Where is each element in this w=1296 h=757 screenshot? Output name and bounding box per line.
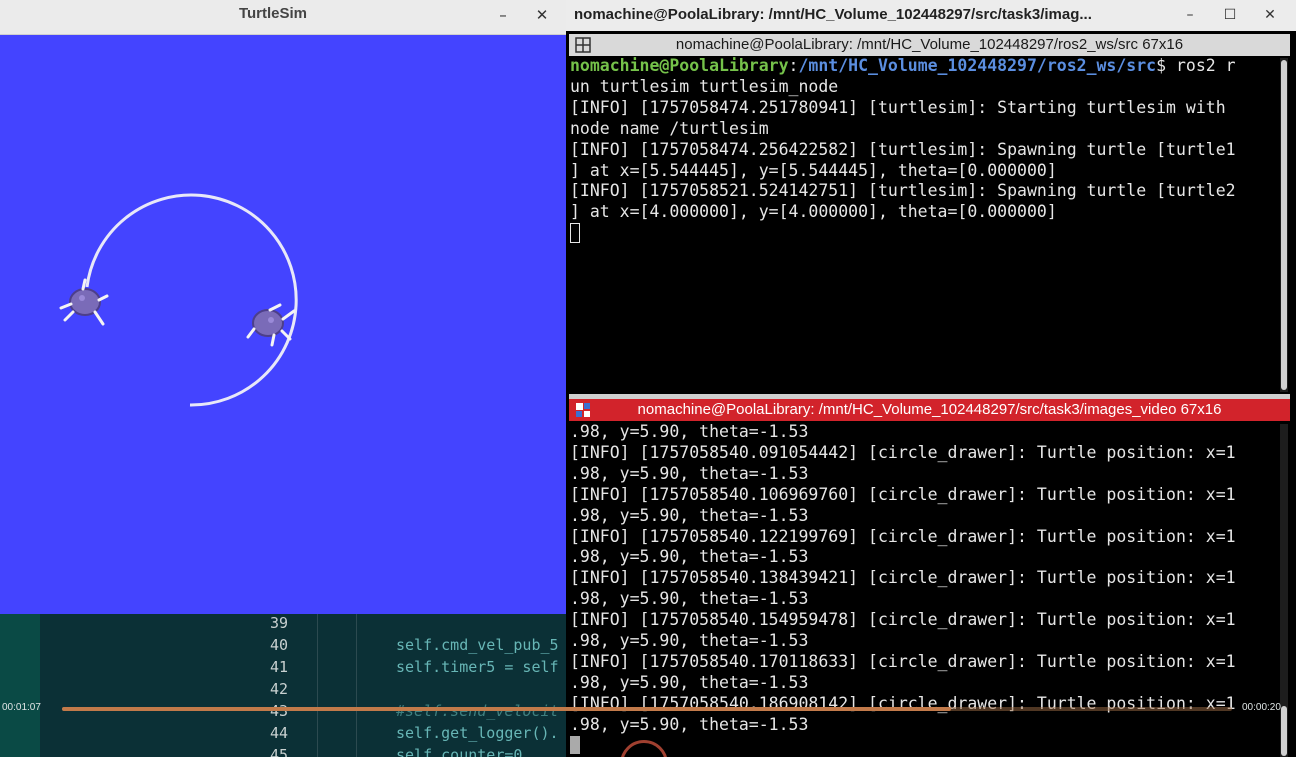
close-button[interactable]: ✕	[529, 2, 555, 28]
line-number: 45	[269, 746, 288, 757]
code-text: self.timer5 = self	[396, 658, 559, 676]
terminal-line: .98, y=5.90, theta=-1.53	[570, 463, 809, 483]
video-progress-fill	[62, 707, 952, 711]
terminal-line: node name /turtlesim	[570, 118, 769, 138]
turtlesim-window: TurtleSim – ✕	[0, 0, 566, 614]
terminal-window: nomachine@PoolaLibrary: /mnt/HC_Volume_1…	[566, 0, 1296, 757]
terminal-line: un turtlesim turtlesim_node	[570, 76, 839, 96]
maximize-button[interactable]: ☐	[1216, 2, 1244, 28]
line-number: 44	[269, 724, 288, 742]
text-cursor	[570, 223, 1282, 244]
window-title: TurtleSim	[238, 5, 308, 22]
terminal-output[interactable]: nomachine@PoolaLibrary:/mnt/HC_Volume_10…	[570, 56, 1282, 394]
terminal-pane-header-active[interactable]: nomachine@PoolaLibrary: /mnt/HC_Volume_1…	[569, 399, 1290, 421]
total-time: 00:00:20	[1242, 702, 1281, 713]
terminal-pane-header[interactable]: nomachine@PoolaLibrary: /mnt/HC_Volume_1…	[569, 34, 1290, 56]
terminal-line: .98, y=5.90, theta=-1.53	[570, 547, 809, 567]
terminal-line: .98, y=5.90, theta=-1.53	[570, 631, 809, 651]
pane-title: nomachine@PoolaLibrary: /mnt/HC_Volume_1…	[637, 401, 1222, 418]
terminal-line: .98, y=5.90, theta=-1.53	[570, 672, 809, 692]
terminal-line: [INFO] [1757058540.122199769] [circle_dr…	[570, 526, 1236, 546]
code-text: self.counter=0	[396, 746, 523, 757]
prompt-command: $ ros2 r	[1156, 56, 1236, 75]
terminal-line: ] at x=[5.544445], y=[5.544445], theta=[…	[570, 160, 1057, 180]
code-line: 39	[0, 612, 570, 634]
terminal-window-title: nomachine@PoolaLibrary: /mnt/HC_Volume_1…	[574, 6, 1092, 23]
code-line: 41 self.timer5 = self	[0, 656, 570, 678]
terminal-line: [INFO] [1757058540.091054442] [circle_dr…	[570, 442, 1236, 462]
turtle1-icon	[59, 278, 109, 326]
terminal-line: .98, y=5.90, theta=-1.53	[570, 589, 809, 609]
line-number: 42	[269, 680, 288, 698]
code-text: self.cmd_vel_pub_5	[396, 636, 559, 654]
scrollbar[interactable]	[1280, 58, 1288, 392]
elapsed-time: 00:01:07	[2, 702, 41, 713]
turtlesim-titlebar[interactable]: TurtleSim – ✕	[0, 0, 566, 35]
scrollbar-thumb[interactable]	[1281, 60, 1287, 390]
terminal-line: .98, y=5.90, theta=-1.53	[570, 505, 809, 525]
code-line: 40 self.cmd_vel_pub_5	[0, 634, 570, 656]
video-seek-bar[interactable]	[62, 707, 1232, 711]
line-number: 41	[269, 658, 288, 676]
terminal-line: .98, y=5.90, theta=-1.53	[570, 422, 809, 441]
text-cursor	[570, 735, 1282, 757]
prompt-path: /mnt/HC_Volume_102448297/ros2_ws/src	[798, 56, 1157, 75]
minimize-button[interactable]: –	[490, 2, 516, 28]
code-line: 44 self.get_logger().	[0, 722, 570, 744]
video-player-bar: 00:01:07 00:00:20	[0, 700, 1296, 720]
line-number: 40	[269, 636, 288, 654]
terminal-line: [INFO] [1757058540.170118633] [circle_dr…	[570, 651, 1236, 671]
prompt-colon: :	[788, 56, 799, 75]
line-number: 39	[269, 614, 288, 632]
terminal-line: [INFO] [1757058540.138439421] [circle_dr…	[570, 568, 1236, 588]
terminal-line: [INFO] [1757058521.524142751] [turtlesim…	[570, 181, 1236, 201]
terminal-line: ] at x=[4.000000], y=[4.000000], theta=[…	[570, 202, 1057, 222]
terminal-line: [INFO] [1757058474.251780941] [turtlesim…	[570, 97, 1226, 117]
terminal-line: [INFO] [1757058540.106969760] [circle_dr…	[570, 484, 1236, 504]
close-button[interactable]: ✕	[1256, 2, 1284, 28]
prompt-line: nomachine@PoolaLibrary:/mnt/HC_Volume_10…	[570, 56, 1282, 77]
terminal-line: [INFO] [1757058540.154959478] [circle_dr…	[570, 610, 1236, 630]
code-text: self.get_logger().	[396, 724, 559, 742]
background-code-editor: 39 40 self.cmd_vel_pub_5 41 self.timer5 = se…	[0, 612, 570, 757]
terminal-line: [INFO] [1757058474.256422582] [turtlesim…	[570, 139, 1236, 159]
code-line: 42	[0, 678, 570, 700]
prompt-user: nomachine@PoolaLibrary	[570, 56, 789, 75]
terminal-titlebar[interactable]: nomachine@PoolaLibrary: /mnt/HC_Volume_1…	[566, 0, 1296, 31]
pane-title: nomachine@PoolaLibrary: /mnt/HC_Volume_1…	[675, 36, 1184, 53]
code-line: 45 self.counter=0	[0, 744, 570, 757]
drawn-circle-trail	[85, 193, 298, 407]
turtlesim-canvas	[59, 193, 298, 407]
minimize-button[interactable]: –	[1176, 2, 1204, 28]
